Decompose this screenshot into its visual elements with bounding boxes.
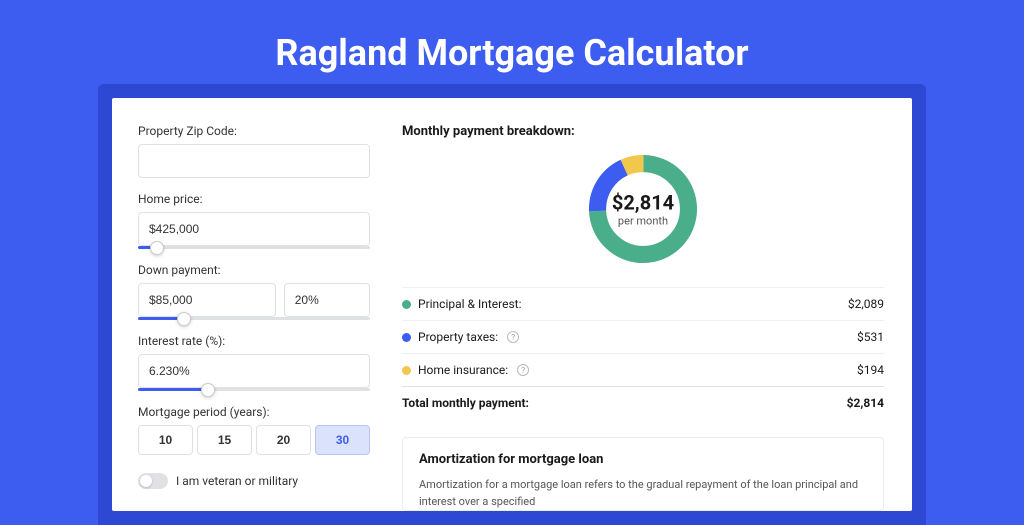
period-btn-15[interactable]: 15 <box>197 425 252 455</box>
legend-left: Property taxes: ? <box>402 330 519 344</box>
dot-icon <box>402 300 411 309</box>
zip-input[interactable] <box>138 144 370 178</box>
donut-total-value: $2,814 <box>612 191 674 215</box>
legend-row-insurance: Home insurance: ? $194 <box>402 353 884 386</box>
down-input-row <box>138 283 370 317</box>
amortization-box: Amortization for mortgage loan Amortizat… <box>402 437 884 511</box>
down-slider-thumb[interactable] <box>177 312 191 326</box>
price-slider-thumb[interactable] <box>150 241 164 255</box>
donut-center: $2,814 per month <box>612 191 674 228</box>
price-input[interactable] <box>138 212 370 246</box>
breakdown-title: Monthly payment breakdown: <box>402 124 884 139</box>
total-value: $2,814 <box>847 396 884 410</box>
period-btn-10[interactable]: 10 <box>138 425 193 455</box>
period-btn-30[interactable]: 30 <box>315 425 370 455</box>
dot-icon <box>402 366 411 375</box>
legend-row-principal: Principal & Interest: $2,089 <box>402 287 884 320</box>
down-amount-input[interactable] <box>138 283 276 317</box>
legend-row-taxes: Property taxes: ? $531 <box>402 320 884 353</box>
legend-label: Principal & Interest: <box>418 297 522 311</box>
rate-slider-thumb[interactable] <box>201 383 215 397</box>
legend-left: Home insurance: ? <box>402 363 529 377</box>
page-title: Ragland Mortgage Calculator <box>0 32 1024 74</box>
amortization-title: Amortization for mortgage loan <box>419 452 867 467</box>
price-field-group: Home price: <box>138 192 370 249</box>
donut-chart: $2,814 per month <box>402 149 884 269</box>
help-icon[interactable]: ? <box>517 364 529 376</box>
total-label: Total monthly payment: <box>402 396 529 410</box>
breakdown-column: Monthly payment breakdown: $2,814 per mo… <box>392 98 912 511</box>
price-label: Home price: <box>138 192 370 206</box>
calculator-card-wrap: Property Zip Code: Home price: Down paym… <box>112 98 912 511</box>
help-icon[interactable]: ? <box>507 331 519 343</box>
period-field-group: Mortgage period (years): 10 15 20 30 <box>138 405 370 455</box>
legend-row-total: Total monthly payment: $2,814 <box>402 386 884 419</box>
veteran-label: I am veteran or military <box>176 474 298 488</box>
period-label: Mortgage period (years): <box>138 405 370 419</box>
rate-field-group: Interest rate (%): <box>138 334 370 391</box>
dot-icon <box>402 333 411 342</box>
donut-total-sub: per month <box>612 215 674 228</box>
calculator-card: Property Zip Code: Home price: Down paym… <box>112 98 912 511</box>
veteran-row: I am veteran or military <box>138 473 370 489</box>
amortization-text: Amortization for a mortgage loan refers … <box>419 477 867 510</box>
rate-slider[interactable] <box>138 388 370 391</box>
rate-slider-fill <box>138 388 208 391</box>
legend-value: $2,089 <box>848 297 884 311</box>
down-pct-input[interactable] <box>284 283 370 317</box>
legend-left: Principal & Interest: <box>402 297 522 311</box>
zip-label: Property Zip Code: <box>138 124 370 138</box>
veteran-toggle[interactable] <box>138 473 168 489</box>
legend-label: Property taxes: <box>418 330 498 344</box>
period-btn-20[interactable]: 20 <box>256 425 311 455</box>
legend-label: Home insurance: <box>418 363 508 377</box>
form-column: Property Zip Code: Home price: Down paym… <box>112 98 392 511</box>
down-slider[interactable] <box>138 317 370 320</box>
legend-value: $531 <box>857 330 884 344</box>
legend-value: $194 <box>857 363 884 377</box>
rate-input[interactable] <box>138 354 370 388</box>
down-label: Down payment: <box>138 263 370 277</box>
rate-label: Interest rate (%): <box>138 334 370 348</box>
down-field-group: Down payment: <box>138 263 370 320</box>
zip-field-group: Property Zip Code: <box>138 124 370 178</box>
period-options: 10 15 20 30 <box>138 425 370 455</box>
price-slider[interactable] <box>138 246 370 249</box>
